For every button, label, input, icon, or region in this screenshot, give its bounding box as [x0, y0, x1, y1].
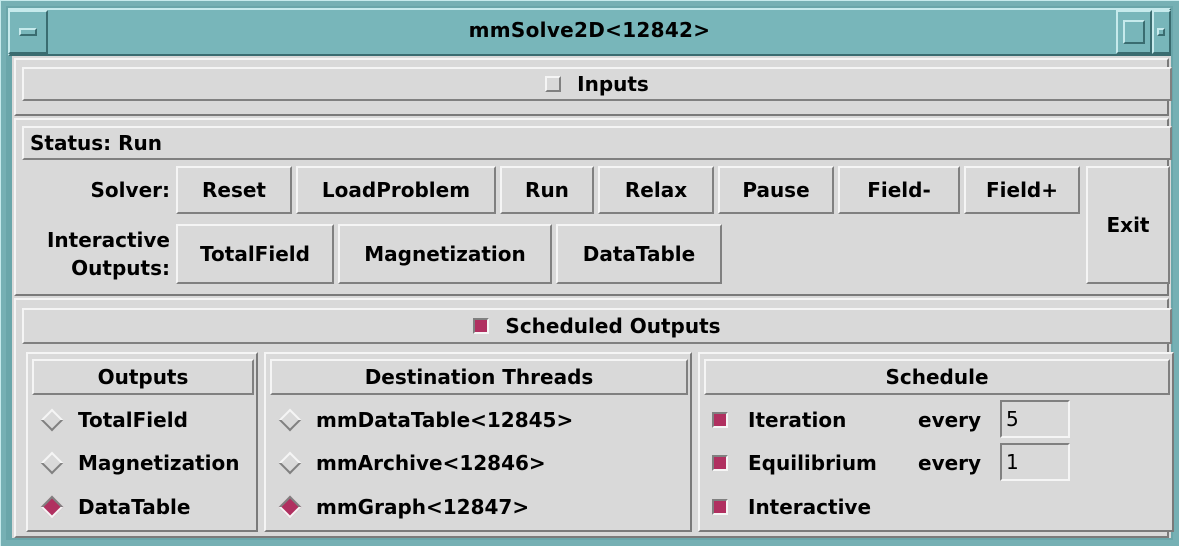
totalfield-output-button[interactable]: TotalField: [176, 224, 334, 284]
inputs-toggle[interactable]: Inputs: [22, 67, 1172, 101]
destination-item-mmarchive[interactable]: mmArchive<12846>: [274, 445, 688, 481]
every-label-equilibrium: every: [918, 451, 982, 475]
solver-label: Solver:: [90, 178, 170, 202]
schedule-item-iteration[interactable]: Iteration: [712, 402, 912, 438]
output-radio-datatable[interactable]: [40, 495, 64, 519]
schedule-label-equilibrium: Equilibrium: [748, 451, 877, 475]
scheduled-outputs-label: Scheduled Outputs: [505, 314, 721, 338]
schedule-checkbox-equilibrium[interactable]: [712, 455, 728, 471]
output-item-totalfield[interactable]: TotalField: [36, 402, 254, 438]
status-text: Status: Run: [30, 131, 163, 155]
destination-item-mmgraph[interactable]: mmGraph<12847>: [274, 489, 688, 525]
outputs-header: Outputs: [32, 359, 254, 395]
iteration-every-input[interactable]: 5: [1000, 400, 1070, 438]
output-label-magnetization: Magnetization: [78, 451, 240, 475]
schedule-item-equilibrium[interactable]: Equilibrium: [712, 445, 912, 481]
destination-item-mmdatatable[interactable]: mmDataTable<12845>: [274, 402, 688, 438]
load-problem-button[interactable]: LoadProblem: [296, 166, 496, 214]
output-item-magnetization[interactable]: Magnetization: [36, 445, 254, 481]
output-radio-totalfield[interactable]: [40, 408, 64, 432]
pause-button[interactable]: Pause: [718, 166, 834, 214]
destination-radio-mmgraph[interactable]: [278, 495, 302, 519]
destination-label-mmgraph: mmGraph<12847>: [316, 495, 530, 519]
maximize-button[interactable]: [1116, 10, 1152, 54]
destination-threads-header: Destination Threads: [270, 359, 688, 395]
output-label-totalfield: TotalField: [78, 408, 188, 432]
schedule-label-iteration: Iteration: [748, 408, 847, 432]
field-plus-button[interactable]: Field+: [964, 166, 1080, 214]
schedule-checkbox-iteration[interactable]: [712, 412, 728, 428]
run-button[interactable]: Run: [500, 166, 594, 214]
minimize-button[interactable]: [1152, 10, 1171, 54]
destination-label-mmarchive: mmArchive<12846>: [316, 451, 546, 475]
status-bar: Status: Run: [22, 126, 1172, 160]
datatable-output-button[interactable]: DataTable: [556, 224, 722, 284]
destination-radio-mmdatatable[interactable]: [278, 408, 302, 432]
interactive-outputs-label-line2: Outputs:: [71, 256, 170, 280]
inputs-label: Inputs: [577, 72, 649, 96]
scheduled-outputs-toggle[interactable]: Scheduled Outputs: [22, 308, 1172, 344]
destination-label-mmdatatable: mmDataTable<12845>: [316, 408, 574, 432]
equilibrium-every-input[interactable]: 1: [1000, 443, 1070, 481]
exit-button[interactable]: Exit: [1086, 166, 1170, 284]
interactive-outputs-label: Interactive Outputs:: [22, 226, 170, 286]
field-minus-button[interactable]: Field-: [838, 166, 960, 214]
inputs-checkbox[interactable]: [545, 76, 562, 92]
maximize-icon: [1123, 20, 1145, 44]
schedule-label-interactive: Interactive: [748, 495, 872, 519]
minimize-icon: [1157, 28, 1165, 36]
magnetization-output-button[interactable]: Magnetization: [338, 224, 552, 284]
every-label-iteration: every: [918, 408, 982, 432]
relax-button[interactable]: Relax: [598, 166, 714, 214]
scheduled-outputs-checkbox[interactable]: [473, 318, 490, 334]
output-item-datatable[interactable]: DataTable: [36, 489, 254, 525]
schedule-item-interactive[interactable]: Interactive: [712, 489, 912, 525]
schedule-header: Schedule: [704, 359, 1170, 395]
destination-radio-mmarchive[interactable]: [278, 451, 302, 475]
interactive-outputs-label-line1: Interactive: [46, 228, 170, 252]
reset-button[interactable]: Reset: [176, 166, 292, 214]
schedule-checkbox-interactive[interactable]: [712, 499, 728, 515]
output-label-datatable: DataTable: [78, 495, 191, 519]
output-radio-magnetization[interactable]: [40, 451, 64, 475]
window-title: mmSolve2D<12842>: [468, 18, 711, 42]
